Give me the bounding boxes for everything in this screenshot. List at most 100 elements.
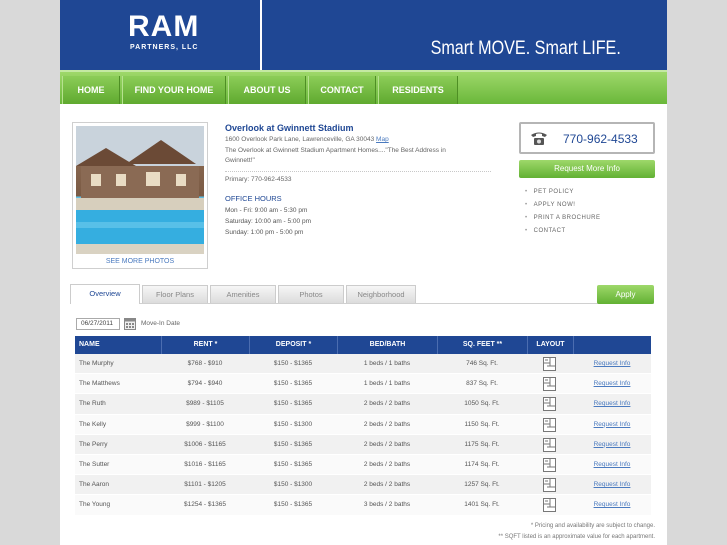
request-info-link[interactable]: Request Info <box>573 394 651 414</box>
floor-plan-layout-icon[interactable] <box>543 498 556 513</box>
cell-deposit: $150 - $1365 <box>273 360 313 367</box>
table-row: The Young $1254 - $1365 $150 - $1365 3 beds… <box>75 495 651 516</box>
floor-plan-layout-icon[interactable] <box>543 417 556 432</box>
logo[interactable]: RAM PARTNERS, LLC <box>60 0 262 70</box>
cell-rent: $1006 - $1165 <box>184 440 226 448</box>
tab-photos[interactable]: Photos <box>278 285 344 303</box>
phone-number: 770-962-4533 <box>563 132 638 146</box>
cell-name: The Murphy <box>79 360 114 367</box>
phone-box: 770-962-4533 <box>519 122 655 154</box>
property-photo-image <box>76 126 204 254</box>
table-row: The Kelly $999 - $1100 $150 - $1300 2 beds … <box>75 414 651 435</box>
request-info-link[interactable]: Request Info <box>573 374 651 394</box>
office-hours-title: OFFICE HOURS <box>225 194 282 203</box>
divider <box>225 171 491 172</box>
request-info-link[interactable]: Request Info <box>573 415 651 435</box>
cell-bedbath: 3 beds / 2 baths <box>363 501 411 509</box>
property-photo[interactable] <box>76 126 204 254</box>
cell-name: The Ruth <box>79 400 106 408</box>
cell-sqft: 837 Sq. Ft. <box>466 380 498 388</box>
move-in-date-label: Move-In Date <box>141 320 181 327</box>
cell-bedbath: 1 beds / 1 baths <box>363 380 411 388</box>
cell-sqft: 1050 Sq. Ft. <box>464 400 500 408</box>
tab-amenities[interactable]: Amenities <box>210 285 276 303</box>
table-row: The Sutter $1016 - $1165 $150 - $1365 2 bed… <box>75 454 651 476</box>
apply-now-link[interactable]: • APPLY NOW! <box>525 199 601 212</box>
cell-name: The Kelly <box>79 420 107 428</box>
bullet-icon: • <box>525 202 528 208</box>
tab-neighborhood[interactable]: Neighborhood <box>346 285 416 303</box>
tab-floor-plans[interactable]: Floor Plans <box>142 285 208 303</box>
cell-deposit: $150 - $1300 <box>273 420 313 428</box>
see-more-photos-link[interactable]: SEE MORE PHOTOS <box>73 258 207 265</box>
floor-plan-layout-icon[interactable] <box>543 437 556 452</box>
table-row: The Matthews $794 - $940 $150 - $1365 1 bed… <box>75 374 651 395</box>
nav-residents[interactable]: RESIDENTS <box>378 76 458 104</box>
page: RAM PARTNERS, LLC Smart MOVE. Smart LIFE… <box>60 0 667 545</box>
cell-rent: $1254 - $1365 <box>184 501 226 509</box>
property-name: Overlook at Gwinnett Stadium <box>225 123 354 133</box>
floor-plan-table: NAME RENT * DEPOSIT * BED/BATH SQ. FEET … <box>75 336 651 516</box>
cell-deposit: $150 - $1365 <box>273 400 313 408</box>
cell-bedbath: 2 beds / 2 baths <box>363 460 411 468</box>
nav-about-us[interactable]: ABOUT US <box>228 76 306 104</box>
cell-bedbath: 1 beds / 1 baths <box>363 360 411 367</box>
move-in-date-input[interactable]: 06/27/2011 <box>76 318 120 330</box>
cell-bedbath: 2 beds / 2 baths <box>363 440 411 448</box>
pet-policy-label: PET POLICY <box>533 189 574 195</box>
cell-name: The Sutter <box>79 460 110 468</box>
request-info-link[interactable]: Request Info <box>573 495 651 515</box>
contact-label: CONTACT <box>533 228 566 234</box>
header-rent: RENT * <box>161 336 249 354</box>
print-brochure-link[interactable]: • PRINT A BROCHURE <box>525 212 601 225</box>
nav-find-your-home[interactable]: FIND YOUR HOME <box>122 76 226 104</box>
cell-rent: $768 - $910 <box>187 360 223 367</box>
main-nav: HOME FIND YOUR HOME ABOUT US CONTACT RES… <box>60 70 667 104</box>
request-more-info-button[interactable]: Request More Info <box>519 160 655 178</box>
floor-plan-layout-icon[interactable] <box>543 478 556 493</box>
apply-now-label: APPLY NOW! <box>533 202 576 208</box>
cell-deposit: $150 - $1365 <box>273 440 313 448</box>
print-brochure-label: PRINT A BROCHURE <box>533 215 601 221</box>
cell-bedbath: 2 beds / 2 baths <box>363 400 411 408</box>
hours-saturday: Saturday: 10:00 am - 5:00 pm <box>225 218 311 225</box>
cell-deposit: $150 - $1365 <box>273 380 313 388</box>
contact-link[interactable]: • CONTACT <box>525 225 601 238</box>
floor-plan-layout-icon[interactable] <box>543 357 556 371</box>
nav-home[interactable]: HOME <box>62 76 120 104</box>
cell-name: The Perry <box>79 440 108 448</box>
calendar-icon[interactable] <box>124 318 136 330</box>
floor-plan-layout-icon[interactable] <box>543 397 556 412</box>
pet-policy-link[interactable]: • PET POLICY <box>525 186 601 199</box>
cell-name: The Matthews <box>79 380 120 388</box>
site-header: RAM PARTNERS, LLC Smart MOVE. Smart LIFE… <box>60 0 667 70</box>
table-body: The Murphy $768 - $910 $150 - $1365 1 beds … <box>75 354 651 516</box>
request-info-link[interactable]: Request Info <box>573 354 651 374</box>
nav-contact[interactable]: CONTACT <box>308 76 376 104</box>
footnote-pricing: * Pricing and availability are subject t… <box>530 523 655 529</box>
floor-plan-layout-icon[interactable] <box>543 457 556 472</box>
request-info-link[interactable]: Request Info <box>573 435 651 455</box>
header-bedbath: BED/BATH <box>337 336 437 354</box>
cell-sqft: 1175 Sq. Ft. <box>464 440 500 448</box>
bullet-icon: • <box>525 215 528 221</box>
request-info-link[interactable]: Request Info <box>573 475 651 495</box>
hours-weekday: Mon - Fri: 9:00 am - 5:30 pm <box>225 207 308 214</box>
bullet-icon: • <box>525 228 528 234</box>
hours-sunday: Sunday: 1:00 pm - 5:00 pm <box>225 229 304 236</box>
tab-overview[interactable]: Overview <box>70 284 140 304</box>
property-description: The Overlook at Gwinnett Stadium Apartme… <box>225 147 446 164</box>
footnote-sqft: ** SQFT listed is an approximate value f… <box>498 534 655 540</box>
table-row: The Ruth $989 - $1105 $150 - $1365 2 beds /… <box>75 394 651 415</box>
tagline: Smart MOVE. Smart LIFE. <box>430 38 621 59</box>
property-address: 1600 Overlook Park Lane, Lawrenceville, … <box>225 136 389 143</box>
map-link[interactable]: Map <box>376 136 389 143</box>
request-info-link[interactable]: Request Info <box>573 455 651 475</box>
floor-plan-layout-icon[interactable] <box>543 377 556 392</box>
table-header: NAME RENT * DEPOSIT * BED/BATH SQ. FEET … <box>75 336 651 354</box>
header-layout: LAYOUT <box>527 336 573 354</box>
cell-bedbath: 2 beds / 2 baths <box>363 420 411 428</box>
table-row: The Perry $1006 - $1165 $150 - $1365 2 beds… <box>75 434 651 455</box>
apply-button[interactable]: Apply <box>597 285 654 304</box>
cell-rent: $989 - $1105 <box>186 400 224 408</box>
